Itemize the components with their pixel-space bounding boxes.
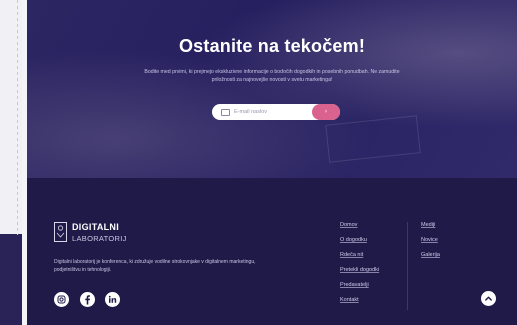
logo-subtitle[interactable]: LABORATORIJ: [72, 234, 127, 243]
linkedin-icon[interactable]: [105, 292, 120, 307]
chevron-up-icon: [485, 296, 492, 301]
chevron-right-icon: ›: [324, 108, 328, 115]
back-to-top-button[interactable]: [481, 291, 496, 306]
newsletter-title: Ostanite na tekočem!: [178, 36, 366, 56]
newsletter-section: Ostanite na tekočem! Bodite med prvimi, …: [27, 0, 517, 178]
logo-mark-icon[interactable]: [54, 222, 67, 242]
newsletter-description: Bodite med prvimi, ki prejmejo ekskluziv…: [144, 69, 400, 83]
dashed-divider: [17, 0, 18, 235]
logo-name[interactable]: DIGITALNI: [72, 222, 119, 232]
email-input[interactable]: [234, 106, 304, 118]
footer-divider: [407, 222, 408, 310]
footer-link-novice[interactable]: Novice: [421, 237, 438, 243]
main-content: Ostanite na tekočem! Bodite med prvimi, …: [27, 0, 517, 325]
footer-link-pretekli-dogodki[interactable]: Pretekli dogodki: [340, 267, 379, 273]
footer-link-rdeca-nit[interactable]: Rdeča nit: [340, 252, 363, 258]
footer-link-domov[interactable]: Domov: [340, 222, 357, 228]
footer-link-predavatelji[interactable]: Predavatelji: [340, 282, 369, 288]
footer-link-kontakt[interactable]: Kontakt: [340, 297, 359, 303]
background-sketch: [325, 115, 421, 163]
instagram-icon[interactable]: [54, 292, 69, 307]
newsletter-form: ›: [212, 104, 340, 120]
subscribe-button[interactable]: ›: [312, 104, 340, 120]
footer-link-galerija[interactable]: Galerija: [421, 252, 440, 258]
footer-link-mediji[interactable]: Mediji: [421, 222, 435, 228]
mail-icon: [221, 109, 230, 116]
footer-description: Digitalni laboratorij je konferenca, ki …: [54, 259, 256, 273]
footer-link-o-dogodku[interactable]: O dogodku: [340, 237, 367, 243]
site-footer: DIGITALNI LABORATORIJ Digitalni laborato…: [27, 178, 517, 325]
facebook-icon[interactable]: [80, 292, 95, 307]
left-page-edge: [0, 0, 22, 325]
